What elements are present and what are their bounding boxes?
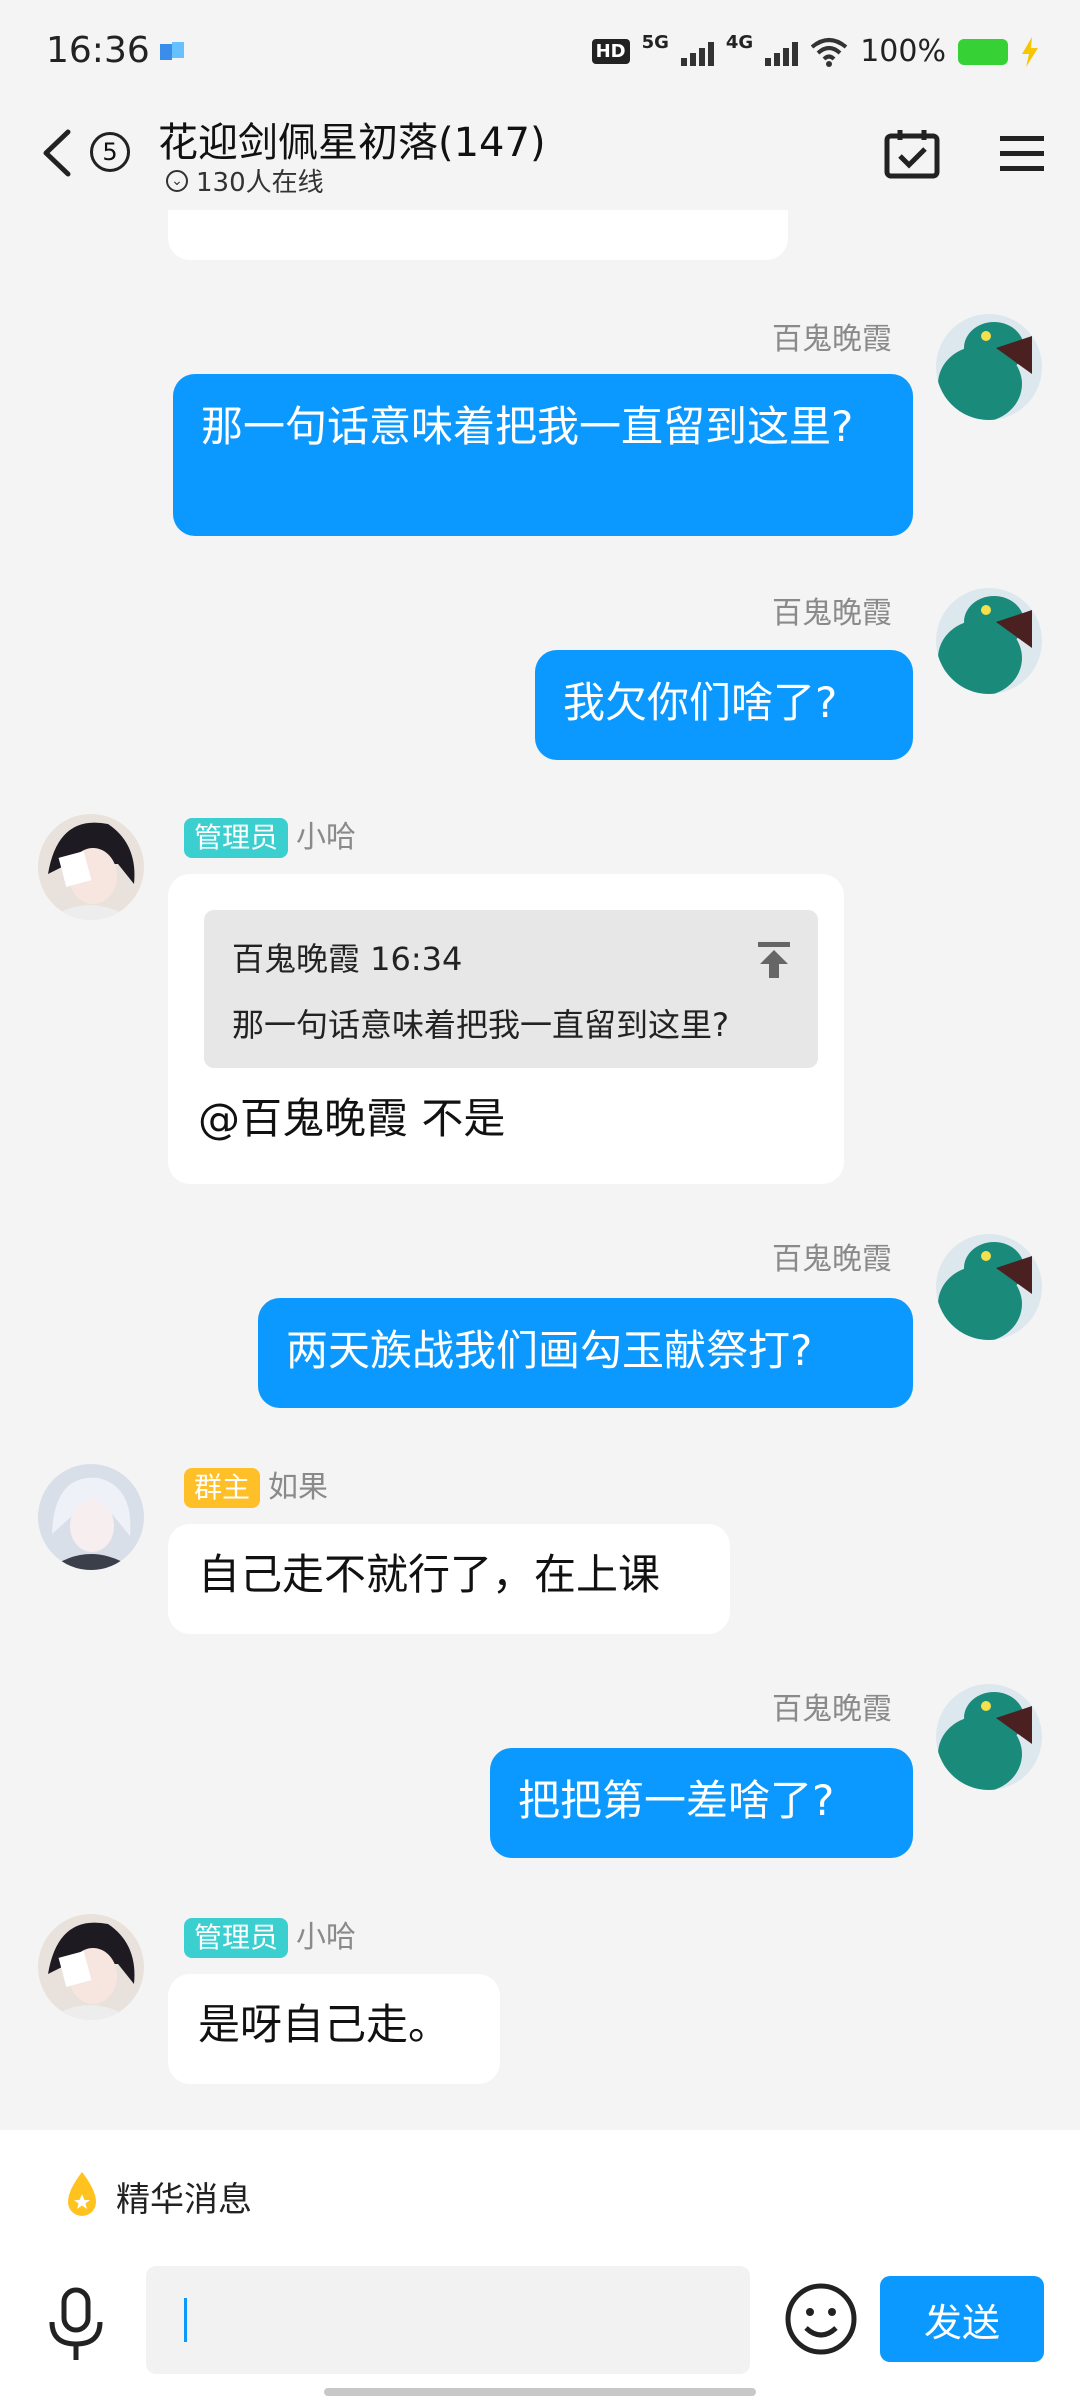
emoji-icon[interactable] [784,2282,858,2356]
flame-star-icon [68,2172,96,2216]
status-bar: 16:36 HD 5G 4G 100% [0,0,1080,100]
battery-percent: 100% [860,34,946,69]
message-bubble[interactable]: 是呀自己走。 [168,1974,500,2084]
status-icons: HD 5G 4G 100% [591,32,1040,69]
calendar-check-icon[interactable] [884,128,940,180]
online-count[interactable]: ⌄ 130人在线 [166,162,324,199]
message-incoming: 管理员 小哈 是呀自己走。 [0,210,1080,2130]
microphone-icon[interactable] [46,2286,106,2362]
menu-icon[interactable] [1000,134,1044,174]
signal-4g-icon [765,38,799,66]
chat-header: 5 花迎剑佩星初落(147) ⌄ 130人在线 [0,100,1080,210]
battery-icon [958,38,1008,65]
essence-messages-button[interactable]: 精华消息 [62,2170,252,2222]
hd-icon: HD [591,39,630,64]
4g-label: 4G [725,32,754,53]
composer-area: 精华消息 发送 [0,2130,1080,2400]
back-arrow-icon[interactable] [38,128,78,178]
admin-badge: 管理员 [184,1918,289,1958]
5g-label: 5G [641,32,669,53]
text-caret [184,2298,187,2342]
wifi-icon [810,37,848,67]
sender-name: 小哈 [296,1920,357,1955]
essence-label: 精华消息 [116,2179,252,2220]
charging-icon [1022,36,1038,67]
message-input[interactable] [146,2266,750,2374]
sender-line: 管理员 小哈 [184,1912,356,1958]
avatar-user[interactable] [38,1914,144,2020]
app-notification-icon [160,42,184,60]
home-indicator[interactable] [324,2388,756,2396]
send-button[interactable]: 发送 [880,2276,1044,2362]
message-list[interactable]: 百鬼晚霞 那一句话意味着把我一直留到这里? 百鬼晚霞 我欠你们啥了? 管理员 小… [0,210,1080,2130]
signal-5g-icon [680,38,714,66]
online-count-label: 130人在线 [196,168,324,198]
status-time: 16:36 [46,30,150,71]
unread-count-badge[interactable]: 5 [90,132,130,172]
group-title[interactable]: 花迎剑佩星初落(147) [158,110,546,168]
chevron-down-icon: ⌄ [166,169,188,192]
